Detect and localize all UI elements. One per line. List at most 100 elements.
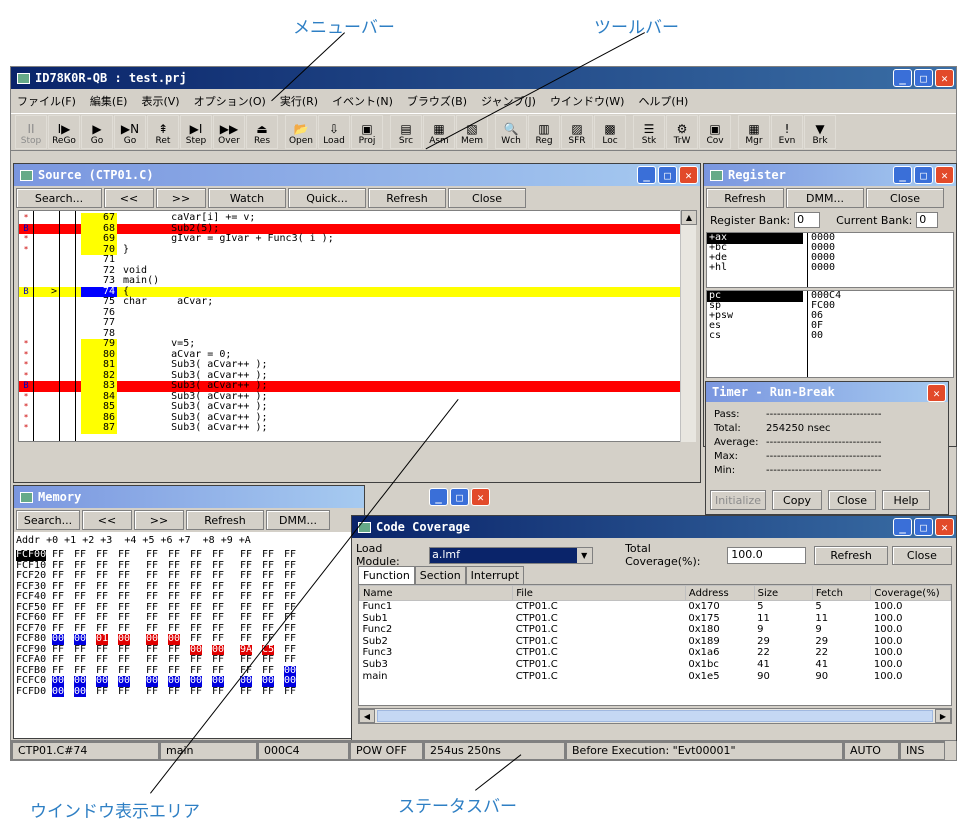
memory-address[interactable]: FCF00 (16, 549, 47, 561)
memory-byte[interactable]: FF (52, 654, 64, 666)
coverage-maximize-button[interactable]: □ (914, 518, 933, 536)
line-marker[interactable] (19, 297, 33, 308)
line-marker[interactable]: * (19, 371, 33, 382)
memory-byte[interactable]: 00 (118, 675, 131, 687)
coverage-close-button[interactable]: ✕ (935, 518, 954, 536)
memory-byte[interactable]: FF (168, 570, 180, 582)
memory-byte[interactable]: 00 (74, 675, 87, 687)
memory-byte[interactable]: FF (284, 591, 296, 603)
memory-byte[interactable]: FF (118, 654, 130, 666)
memory-byte[interactable]: FF (118, 549, 130, 561)
source-button-3[interactable]: Watch (208, 188, 286, 208)
memory-byte[interactable]: FF (284, 570, 296, 582)
register-button-1[interactable]: DMM... (786, 188, 864, 208)
toolbar-trw-button[interactable]: ⚙ TrW (666, 115, 698, 149)
line-marker[interactable]: * (19, 413, 33, 424)
memory-byte[interactable]: 00 (190, 675, 203, 687)
memory-address[interactable]: FCF80 (16, 633, 46, 645)
source-line[interactable]: 76 (19, 307, 693, 319)
table-row[interactable]: Func3 CTP01.C 0x1a6 22 22 100.0 (360, 647, 951, 659)
toolbar-mgr-button[interactable]: ▦ Mgr (738, 115, 770, 149)
table-row[interactable]: Sub2 CTP01.C 0x189 29 29 100.0 (360, 636, 951, 648)
tab-section[interactable]: Section (414, 566, 466, 584)
coverage-refresh-button[interactable]: Refresh (814, 545, 888, 565)
line-marker[interactable]: * (19, 350, 33, 361)
close-button[interactable]: ✕ (935, 69, 954, 87)
memory-byte[interactable]: FF (262, 549, 274, 561)
source-line[interactable]: * 86 Sub3( aCvar++ ); (19, 412, 693, 424)
line-marker[interactable]: * (19, 339, 33, 350)
memory-byte[interactable]: FF (146, 591, 158, 603)
source-button-4[interactable]: Quick... (288, 188, 366, 208)
toolbar-cov-button[interactable]: ▣ Cov (699, 115, 731, 149)
memory-byte[interactable]: 00 (240, 675, 253, 687)
memory-byte[interactable]: FF (74, 549, 86, 561)
memory-minimize-button[interactable]: _ (429, 488, 448, 506)
source-line[interactable]: * 70} (19, 244, 693, 256)
menu-item-2[interactable]: 表示(V) (141, 93, 179, 109)
tab-function[interactable]: Function (358, 566, 415, 584)
memory-byte[interactable]: FF (146, 570, 158, 582)
memory-button-3[interactable]: Refresh (186, 510, 264, 530)
memory-byte[interactable]: FF (190, 591, 202, 603)
memory-byte[interactable]: 00 (262, 675, 275, 687)
source-line[interactable]: 72 void (19, 265, 693, 277)
toolbar-over-button[interactable]: ▶▶ Over (213, 115, 245, 149)
memory-address[interactable]: FCFD0 (16, 686, 46, 698)
memory-byte[interactable]: FF (284, 633, 296, 645)
toolbar-ret-button[interactable]: ⇞ Ret (147, 115, 179, 149)
toolbar-sfr-button[interactable]: ▨ SFR (561, 115, 593, 149)
memory-byte[interactable]: FF (118, 686, 130, 698)
memory-address[interactable]: FCFA0 (16, 654, 46, 666)
memory-byte[interactable]: FF (74, 612, 86, 624)
memory-byte[interactable]: FF (146, 549, 158, 561)
line-marker[interactable] (19, 308, 33, 319)
register-button-0[interactable]: Refresh (706, 188, 784, 208)
memory-byte[interactable]: FF (284, 549, 296, 561)
register-value[interactable]: 0000 (811, 262, 835, 274)
timer-help-button[interactable]: Help (882, 490, 930, 510)
source-titlebar[interactable]: Source (CTP01.C) _ □ ✕ (14, 164, 700, 186)
memory-byte[interactable]: FF (240, 570, 252, 582)
line-marker[interactable] (19, 329, 33, 340)
memory-dump-pane[interactable]: Addr +0 +1 +2 +3 +4 +5 +6 +7 +8 +9 +A FC… (14, 532, 364, 738)
memory-byte[interactable]: FF (262, 654, 274, 666)
source-button-6[interactable]: Close (448, 188, 526, 208)
memory-byte[interactable]: FF (212, 570, 224, 582)
column-header[interactable]: Size (753, 585, 813, 601)
toolbar-go-button[interactable]: ▶ Go (81, 115, 113, 149)
line-marker[interactable]: B (19, 381, 33, 392)
toolbar-proj-button[interactable]: ▣ Proj (351, 115, 383, 149)
line-marker[interactable]: * (19, 423, 33, 434)
memory-byte[interactable]: 00 (96, 675, 109, 687)
source-line[interactable]: * 81 Sub3( aCvar++ ); (19, 359, 693, 371)
timer-initialize-button[interactable]: Initialize (710, 490, 766, 510)
memory-byte[interactable]: FF (168, 654, 180, 666)
memory-byte[interactable]: FF (190, 549, 202, 561)
source-line[interactable]: 71 (19, 254, 693, 266)
register-grid-general[interactable]: +ax 0000 +bc 0000 +de 0000 +hl 0000 (706, 232, 954, 288)
memory-close-button[interactable]: ✕ (471, 488, 490, 506)
coverage-minimize-button[interactable]: _ (893, 518, 912, 536)
memory-byte[interactable]: 00 (284, 675, 297, 687)
toolbar-brk-button[interactable]: ▼ Brk (804, 115, 836, 149)
memory-byte[interactable]: FF (190, 654, 202, 666)
line-marker[interactable]: * (19, 392, 33, 403)
memory-address[interactable]: FCFC0 (16, 675, 46, 687)
line-marker[interactable]: * (19, 245, 33, 256)
load-module-select[interactable]: a.lmf ▼ (429, 546, 593, 564)
memory-byte[interactable]: FF (190, 686, 202, 698)
memory-byte[interactable]: 00 (52, 675, 65, 687)
source-line[interactable]: 77 (19, 317, 693, 329)
register-row[interactable]: cs 00 (707, 330, 953, 341)
memory-byte[interactable]: FF (240, 686, 252, 698)
maximize-button[interactable]: □ (914, 69, 933, 87)
memory-byte[interactable]: FF (168, 686, 180, 698)
register-bank-spinner[interactable]: 0 (794, 212, 821, 228)
source-line[interactable]: 73 main() (19, 275, 693, 287)
source-line[interactable]: * 84 Sub3( aCvar++ ); (19, 391, 693, 403)
timer-copy-button[interactable]: Copy (772, 490, 822, 510)
memory-byte[interactable]: FF (212, 654, 224, 666)
toolbar-stop-button[interactable]: II Stop (15, 115, 47, 149)
line-marker[interactable] (19, 318, 33, 329)
